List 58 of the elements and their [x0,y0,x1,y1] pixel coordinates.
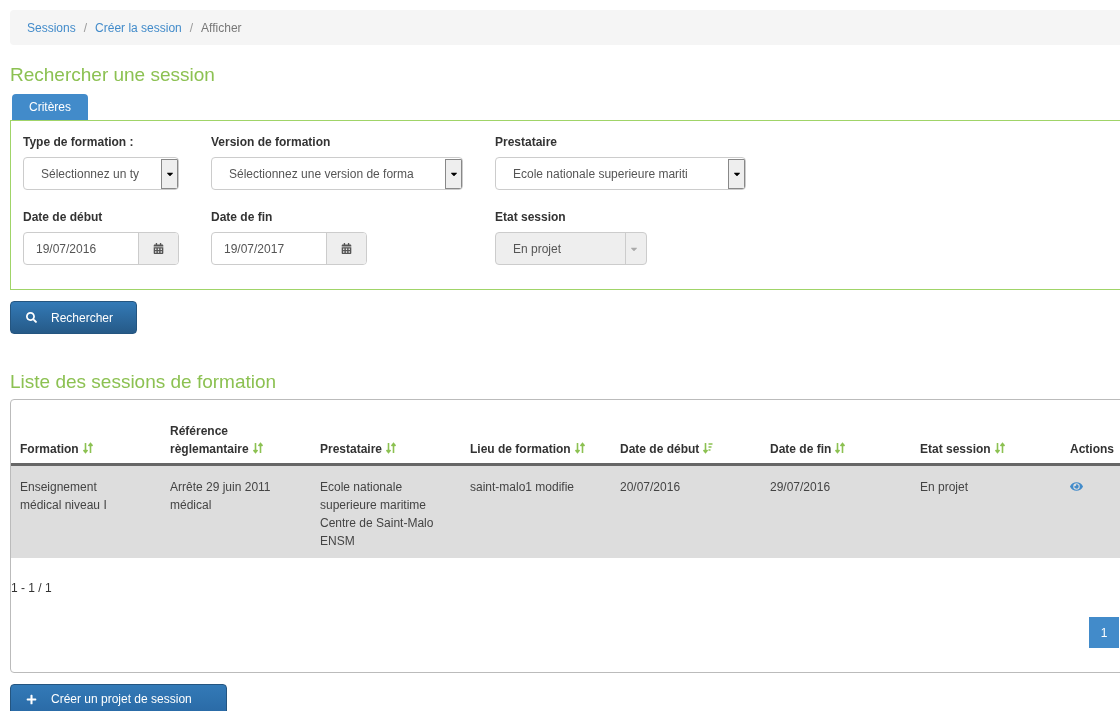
dropdown-caret-icon[interactable] [728,158,745,189]
select-value: En projet [512,240,562,258]
table-row[interactable]: Enseignement médical niveau I Arrête 29 juin 2011 médical Ecole nationale superieure maritime Centre de Saint-Malo ENSM saint-malo1 modifie 20/07/2016 29/07/2016 En projet [11,466,1120,558]
sort-descending-icon[interactable] [703,442,714,454]
column-header[interactable]: Référence règlemantaire [170,422,263,458]
date-value: 19/07/2017 [223,240,286,258]
field-label: Etat session [495,209,567,226]
calendar-icon[interactable] [326,233,366,264]
field-label: Prestataire [495,134,559,151]
select-field[interactable]: Ecole nationale superieure mariti [495,157,746,190]
table-cell-text: Enseignement médical niveau I [20,479,108,514]
field-label: Date de début [23,209,104,226]
breadcrumb-separator: / [189,19,194,37]
dropdown-caret-icon[interactable] [445,158,462,189]
select-field[interactable]: Sélectionnez un ty [23,157,179,190]
table-cell-text: 20/07/2016 [620,479,682,496]
calendar-icon[interactable] [138,233,178,264]
select-value: Ecole nationale superieure mariti [512,165,688,183]
sort-icon[interactable] [574,442,585,454]
column-header: Actions [1070,441,1114,458]
table-cell-text: Ecole nationale superieure maritime Centre de Saint-Malo ENSM [320,479,435,550]
date-field[interactable]: 19/07/2016 [23,232,179,265]
search-button[interactable]: Rechercher [10,301,137,334]
select-value: Sélectionnez une version de forma [228,165,414,183]
column-header[interactable]: Prestataire [320,440,397,458]
sort-icon[interactable] [994,442,1005,454]
tab[interactable]: Critères [12,94,88,120]
field-label: Version de formation [211,134,332,151]
sort-icon[interactable] [386,442,397,454]
page-button[interactable]: 1 [1089,617,1119,648]
section-heading: Liste des sessions de formation [10,370,278,394]
field-label: Date de fin [211,209,274,226]
select-value: Sélectionnez un ty [40,165,140,183]
column-header[interactable]: Date de fin [770,440,846,458]
plus-icon [26,693,37,705]
result-count: 1 - 1 / 1 [11,580,53,597]
table-cell-text: saint-malo1 modifie [470,479,576,496]
column-header[interactable]: Formation [20,440,93,458]
search-icon [26,312,37,323]
sort-icon[interactable] [252,442,263,454]
dropdown-caret-icon[interactable] [161,158,178,189]
breadcrumb-link[interactable]: Sessions [27,18,76,37]
breadcrumb-separator: / [83,19,88,37]
column-header[interactable]: Etat session [920,440,1005,458]
create-session-button[interactable]: Créer un projet de session [10,684,227,711]
column-header[interactable]: Lieu de formation [470,440,585,458]
view-eye-icon [1070,480,1083,493]
sort-icon[interactable] [835,442,846,454]
sort-icon[interactable] [82,442,93,454]
column-header[interactable]: Date de début [620,440,714,458]
field-label: Type de formation : [23,134,135,151]
date-field[interactable]: 19/07/2017 [211,232,367,265]
date-value: 19/07/2016 [35,240,98,258]
table-cell-text: Arrête 29 juin 2011 médical [170,479,272,514]
table-cell-text: 29/07/2016 [770,479,832,496]
section-heading: Rechercher une session [10,63,216,87]
select-field[interactable]: Sélectionnez une version de forma [211,157,463,190]
table-cell-text: En projet [920,479,970,496]
